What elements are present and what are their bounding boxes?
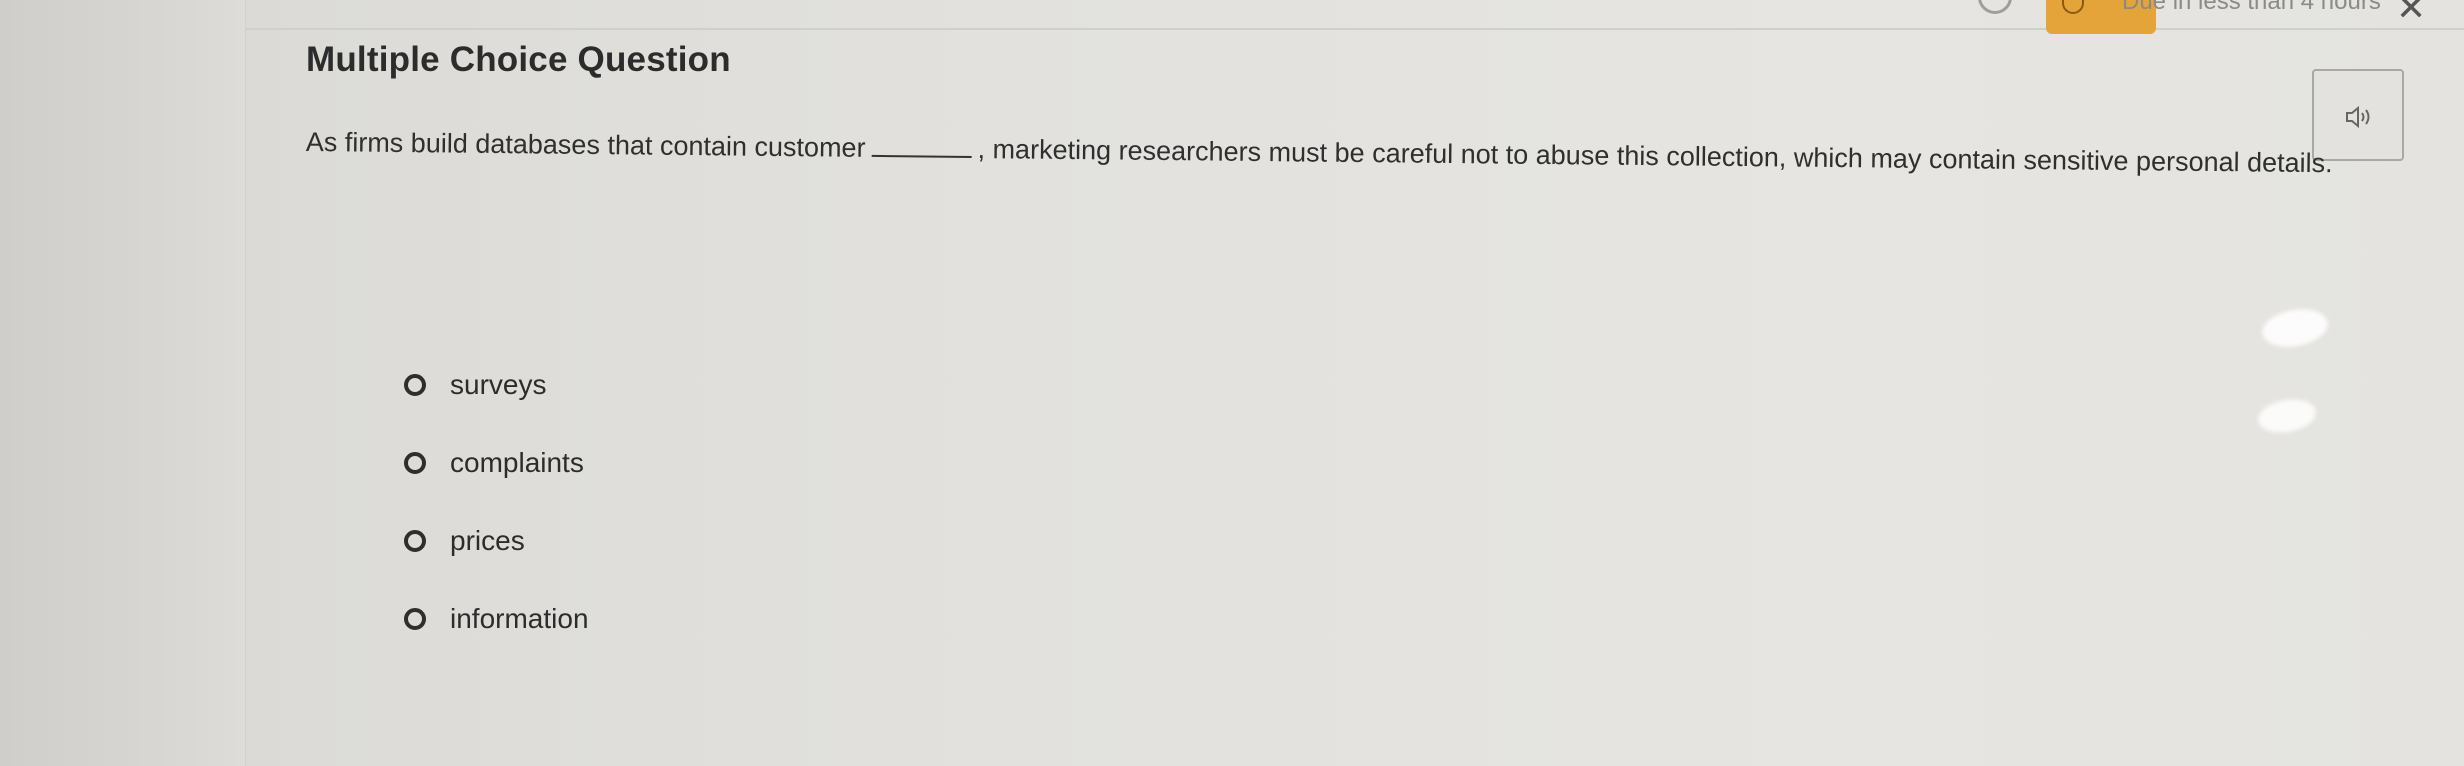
speaker-icon bbox=[2346, 105, 2370, 129]
option-label: surveys bbox=[450, 369, 547, 400]
clock-icon bbox=[2062, 0, 2084, 14]
question-type-title: Multiple Choice Question bbox=[306, 40, 731, 79]
screen-glare bbox=[2259, 304, 2331, 352]
progress-circle[interactable] bbox=[1978, 0, 2012, 14]
radio-button[interactable] bbox=[404, 452, 426, 474]
option-complaints[interactable]: complaints bbox=[404, 438, 589, 488]
radio-button[interactable] bbox=[404, 608, 426, 630]
due-time-text: Due in less than 4 hours bbox=[2122, 0, 2381, 15]
close-icon[interactable]: ✕ bbox=[2396, 0, 2426, 26]
option-information[interactable]: information bbox=[404, 594, 589, 644]
answer-blank bbox=[871, 153, 972, 158]
left-margin bbox=[0, 0, 246, 766]
screen-glare bbox=[2255, 395, 2319, 437]
option-surveys[interactable]: surveys bbox=[404, 360, 589, 410]
question-text: As firms build databases that contain cu… bbox=[306, 122, 2406, 184]
answer-options: surveys complaints prices information bbox=[404, 360, 589, 672]
question-text-start: As firms build databases that contain cu… bbox=[305, 126, 866, 163]
question-page: Due in less than 4 hours ✕ Multiple Choi… bbox=[0, 0, 2464, 766]
option-label: complaints bbox=[450, 447, 584, 478]
radio-button[interactable] bbox=[404, 374, 426, 396]
option-label: information bbox=[450, 603, 589, 634]
option-prices[interactable]: prices bbox=[404, 516, 589, 566]
radio-button[interactable] bbox=[404, 530, 426, 552]
question-text-end: , marketing researchers must be careful … bbox=[977, 134, 2333, 179]
option-label: prices bbox=[450, 525, 525, 556]
